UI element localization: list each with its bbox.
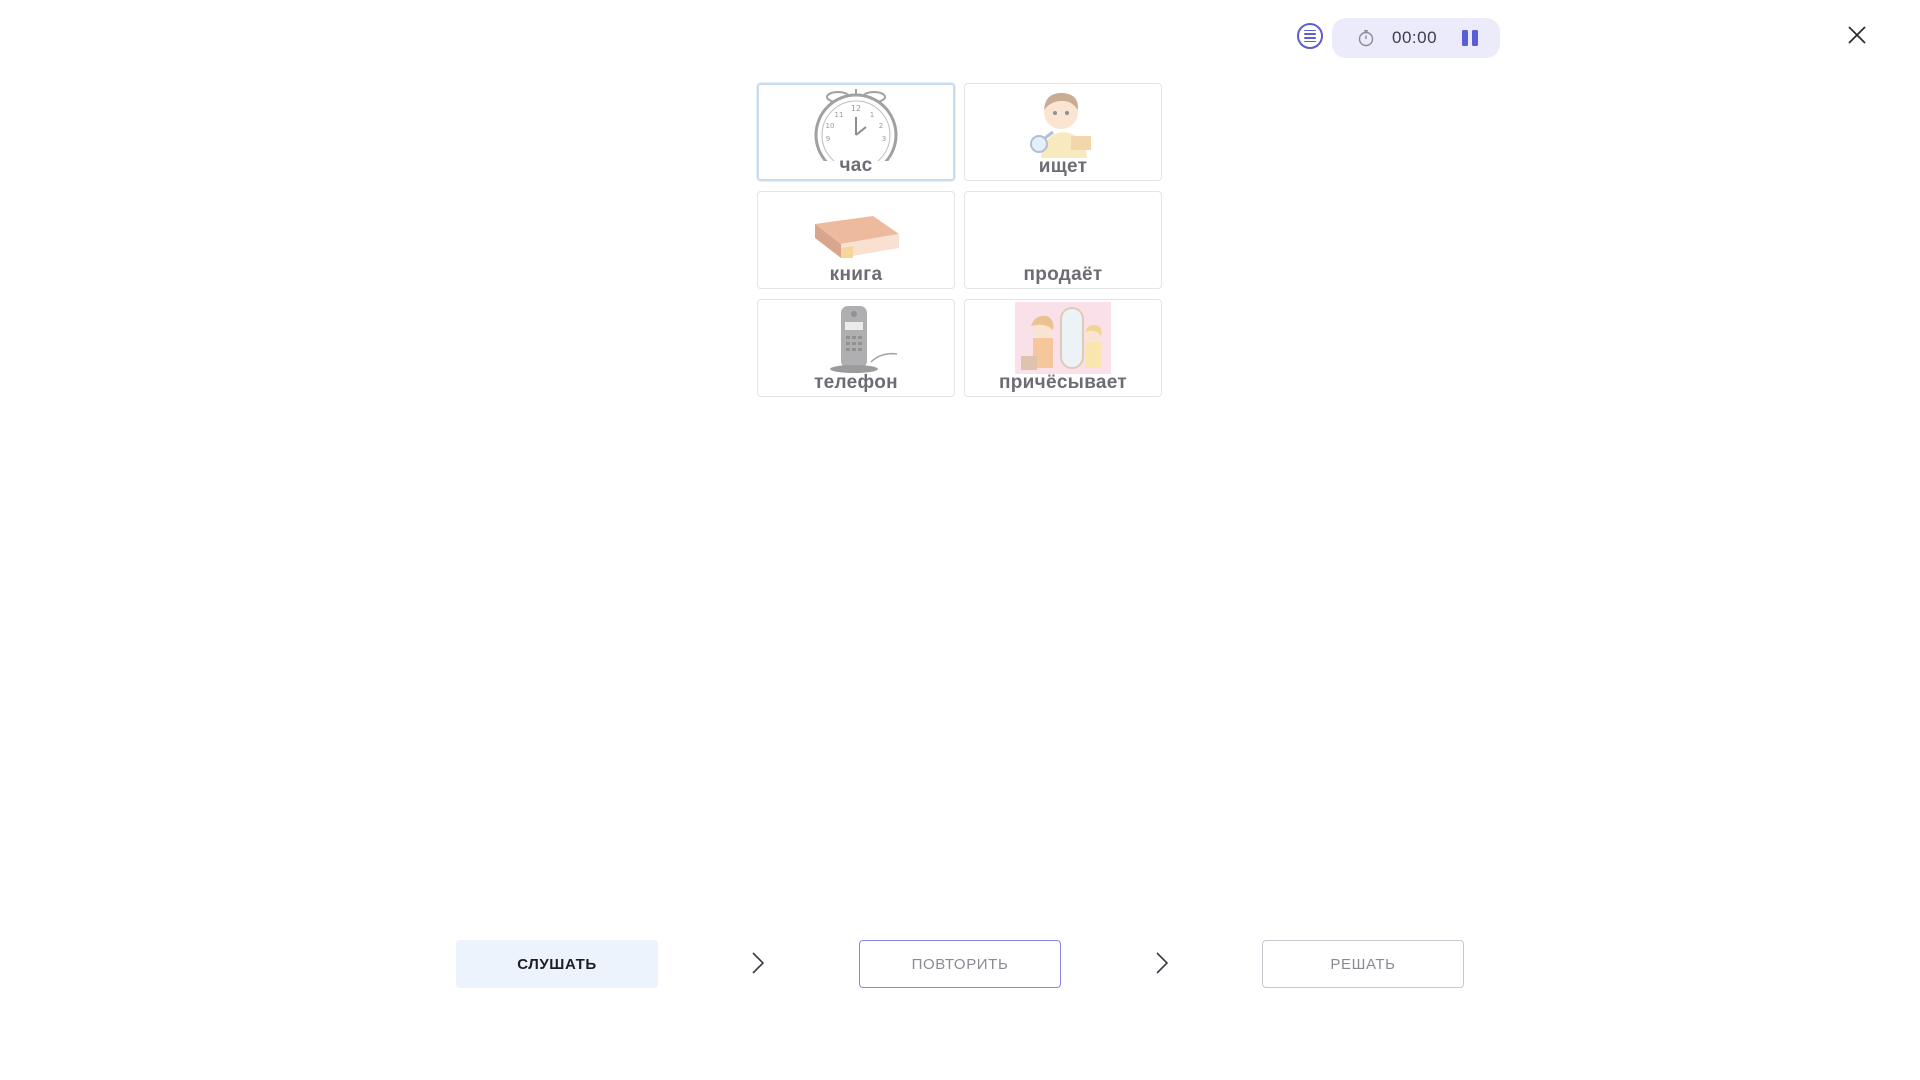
card-prodayot[interactable]: продаёт [964,191,1162,289]
card-label: книга [829,264,883,285]
svg-text:1: 1 [870,111,874,119]
card-label: продаёт [1023,264,1103,285]
timer-panel: 00:00 [1332,18,1500,58]
card-prichyosyvaet[interactable]: причёсывает [964,299,1162,397]
repeat-button[interactable]: ПОВТОРИТЬ [859,940,1061,988]
close-icon[interactable] [1846,24,1868,46]
svg-text:9: 9 [826,135,830,143]
pause-icon[interactable] [1459,28,1481,48]
svg-text:11: 11 [835,111,844,119]
card-label: телефон [814,372,898,393]
card-kniga[interactable]: книга [757,191,955,289]
svg-text:3: 3 [882,135,886,143]
stopwatch-icon [1358,30,1374,47]
solve-button[interactable]: РЕШАТЬ [1262,940,1464,988]
svg-text:10: 10 [826,122,835,130]
listen-button[interactable]: СЛУШАТЬ [456,940,658,988]
alarm-clock-picture: 12 1 2 3 11 10 9 [759,87,953,161]
card-chas[interactable]: 12 1 2 3 11 10 9 час [757,83,955,181]
combing-hair-picture [965,302,1161,374]
exercise-screen: 00:00 12 1 2 3 11 10 9 час ищет книга пр… [0,0,1920,1080]
telephone-picture [758,302,954,373]
card-label: причёсывает [998,372,1128,393]
card-label: час [839,155,873,176]
boy-with-magnifier-picture [965,86,1161,158]
svg-text:12: 12 [851,104,861,113]
card-label: ищет [1038,156,1088,177]
svg-text:2: 2 [879,122,883,130]
chevron-right-icon [752,952,765,974]
timer-value: 00:00 [1392,28,1438,47]
chevron-right-icon [1156,952,1169,974]
menu-list-icon[interactable] [1297,23,1323,49]
card-telefon[interactable]: телефон [757,299,955,397]
card-ishchet[interactable]: ищет [964,83,1162,181]
